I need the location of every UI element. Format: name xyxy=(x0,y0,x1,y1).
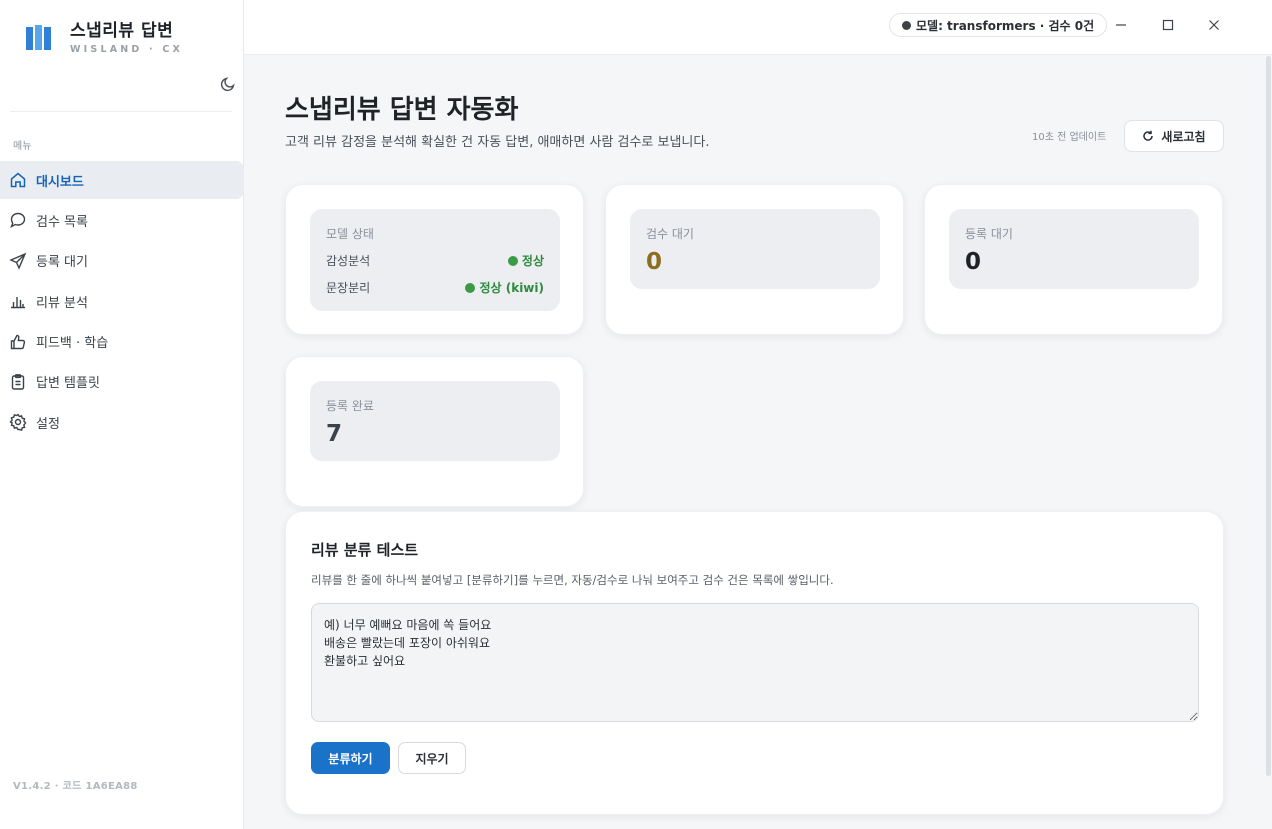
brand: 스냅리뷰 답변 WISLAND · CX xyxy=(26,16,183,55)
close-button[interactable] xyxy=(1204,15,1224,35)
status-value: 정상 (kiwi) xyxy=(479,281,544,295)
registered-card[interactable]: 등록 완료 7 xyxy=(285,356,584,507)
stat-panel: 검수 대기 0 xyxy=(630,209,880,289)
menu-label: 메뉴 xyxy=(13,141,32,152)
sidebar-item-label: 설정 xyxy=(36,416,60,432)
maximize-icon xyxy=(1162,19,1174,31)
status-ok-badge: 정상 (kiwi) xyxy=(465,279,544,296)
last-updated: 10초 전 업데이트 xyxy=(1032,132,1107,143)
stat-panel: 등록 대기 0 xyxy=(949,209,1199,289)
stat-label: 검수 대기 xyxy=(646,227,694,241)
sidebar-item-label: 등록 대기 xyxy=(36,255,88,271)
sidebar-item-review-list[interactable]: 검수 목록 xyxy=(0,201,244,239)
status-dot xyxy=(507,255,518,266)
refresh-button[interactable]: 새로고침 xyxy=(1124,120,1224,152)
stat-value: 0 xyxy=(646,249,663,275)
version-text: V1.4.2 · 코드 1A6EA88 xyxy=(13,781,138,792)
sidebar-item-label: 대시보드 xyxy=(36,174,84,190)
stat-label: 등록 완료 xyxy=(326,399,374,413)
sidebar-item-label: 리뷰 분석 xyxy=(36,295,88,311)
page-description: 고객 리뷰 감정을 분석해 확실한 건 자동 답변, 애매하면 사람 검수로 보… xyxy=(285,135,710,150)
stat-label: 등록 대기 xyxy=(965,227,1013,241)
status-ok-badge: 정상 xyxy=(507,252,544,269)
sidebar-item-dashboard[interactable]: 대시보드 xyxy=(0,161,244,199)
test-title: 리뷰 분류 테스트 xyxy=(311,541,419,559)
status-dot xyxy=(465,282,476,293)
status-row-sentiment: 감성분석 정상 xyxy=(326,252,544,269)
gear-icon xyxy=(9,413,27,432)
sidebar-item-review-analysis[interactable]: 리뷰 분석 xyxy=(0,282,244,320)
clipboard-icon xyxy=(11,374,25,390)
refresh-label: 새로고침 xyxy=(1161,129,1206,144)
model-status-card: 모델 상태 감성분석 정상 문장분리 정상 (kiwi) xyxy=(285,184,584,335)
scrollbar[interactable] xyxy=(1264,56,1272,829)
model-status-text: 모델: transformers · 검수 0건 xyxy=(916,18,1095,33)
brand-subtitle: WISLAND · CX xyxy=(70,44,184,55)
test-description: 리뷰를 한 줄에 하나씩 붙여넣고 [분류하기]를 누르면, 자동/검수로 나눠… xyxy=(311,573,834,587)
review-test-card: 리뷰 분류 테스트 리뷰를 한 줄에 하나씩 붙여넣고 [분류하기]를 누르면,… xyxy=(285,511,1224,815)
sidebar-nav: 대시보드 검수 목록 등록 대기 리뷰 분석 피드백 · 학습 답변 템플릿 설… xyxy=(0,161,244,444)
brand-title: 스냅리뷰 답변 xyxy=(70,21,174,41)
status-row-label: 문장분리 xyxy=(326,281,371,295)
thumbs-up-icon xyxy=(10,334,26,349)
title-bar: 모델: transformers · 검수 0건 xyxy=(244,0,1272,55)
stat-value: 7 xyxy=(326,421,343,447)
model-status-badge: 모델: transformers · 검수 0건 xyxy=(889,13,1108,37)
maximize-button[interactable] xyxy=(1158,15,1178,35)
sidebar-divider xyxy=(10,111,232,112)
status-row-sentence-split: 문장분리 정상 (kiwi) xyxy=(326,279,544,296)
clear-button[interactable]: 지우기 xyxy=(398,742,466,774)
sidebar-item-templates[interactable]: 답변 템플릿 xyxy=(0,363,244,401)
logo-icon xyxy=(26,24,51,50)
sidebar: 스냅리뷰 답변 WISLAND · CX 메뉴 대시보드 검수 목록 등록 대기… xyxy=(0,0,244,829)
sidebar-item-label: 피드백 · 학습 xyxy=(36,336,109,352)
sidebar-item-feedback[interactable]: 피드백 · 학습 xyxy=(0,323,244,361)
stat-panel: 등록 완료 7 xyxy=(310,381,560,461)
bar-chart-icon xyxy=(11,297,25,309)
sidebar-item-label: 검수 목록 xyxy=(36,214,88,230)
status-value: 정상 xyxy=(521,254,544,268)
sidebar-item-label: 답변 템플릿 xyxy=(36,376,100,392)
moon-icon[interactable] xyxy=(220,76,236,92)
classify-button[interactable]: 분류하기 xyxy=(311,742,390,774)
review-input[interactable]: 예) 너무 예뻐요 마음에 쏙 들어요 배송은 빨랐는데 포장이 아쉬워요 환불… xyxy=(311,603,1199,722)
scrollbar-thumb[interactable] xyxy=(1266,56,1271,776)
minimize-icon xyxy=(1116,24,1126,26)
model-status-panel: 모델 상태 감성분석 정상 문장분리 정상 (kiwi) xyxy=(310,209,560,311)
status-row-label: 감성분석 xyxy=(326,254,371,268)
sidebar-item-settings[interactable]: 설정 xyxy=(0,403,244,441)
close-icon xyxy=(1209,20,1219,30)
model-status-title: 모델 상태 xyxy=(326,227,374,241)
send-icon xyxy=(9,252,27,270)
chat-bubble-icon xyxy=(10,213,26,229)
review-wait-card[interactable]: 검수 대기 0 xyxy=(605,184,904,335)
status-dot xyxy=(902,20,911,30)
stat-value: 0 xyxy=(965,249,982,275)
refresh-icon xyxy=(1143,130,1154,141)
register-wait-card[interactable]: 등록 대기 0 xyxy=(924,184,1223,335)
page-title: 스냅리뷰 답변 자동화 xyxy=(285,95,519,125)
home-icon xyxy=(10,172,26,188)
sidebar-item-register-wait[interactable]: 등록 대기 xyxy=(0,242,244,280)
minimize-button[interactable] xyxy=(1111,15,1131,35)
